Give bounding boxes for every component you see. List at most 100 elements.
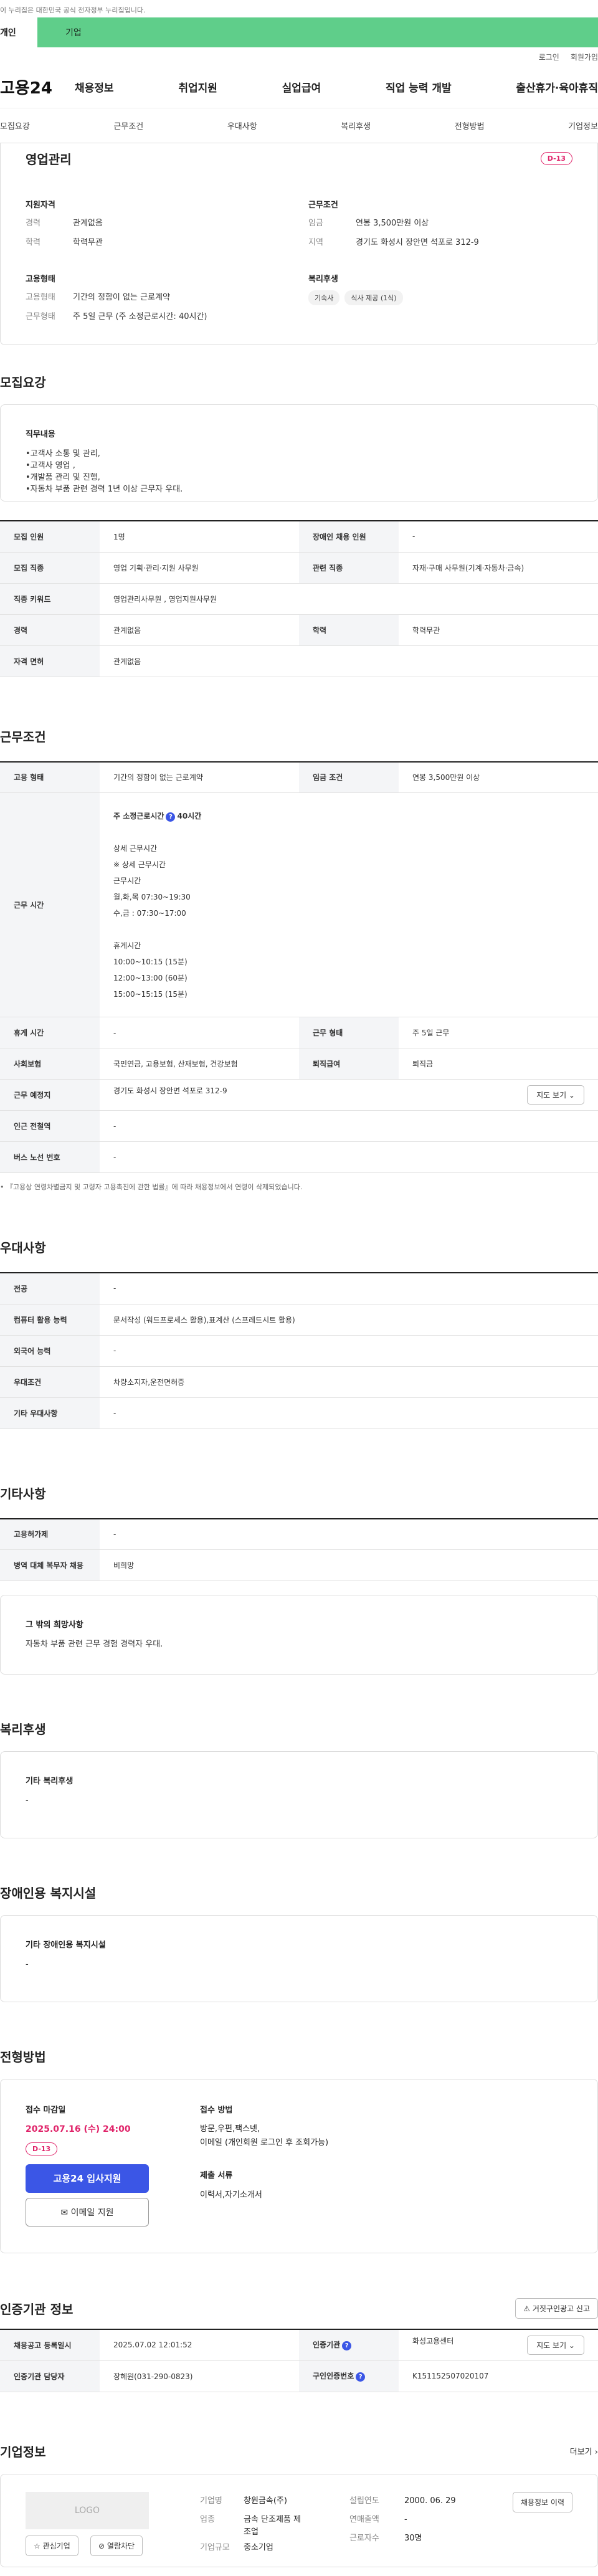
qualification-heading: 지원자격	[26, 201, 55, 210]
tab-company[interactable]: 기업정보	[568, 120, 598, 131]
time-line: 12:00~13:00 (60분)	[113, 973, 187, 982]
cell-value: -	[100, 1273, 598, 1305]
cell-label: 전공	[0, 1273, 100, 1305]
cell-label: 경력	[0, 614, 100, 646]
help-icon[interactable]: ?	[356, 2372, 366, 2382]
table-row: 모집 인원 1명 장애인 채용 인원 -	[0, 521, 598, 553]
table-row: 컴퓨터 활용 능력 문서작성 (워드프로세스 활용),표계산 (스프레드시트 활용…	[0, 1304, 598, 1336]
method-line: 이메일 (개인회원 로그인 후 조회가능)	[200, 2138, 329, 2147]
work-time-cell: 주 소정근로시간? 40시간 상세 근무시간 ※ 상세 근무시간 근무시간 월,화…	[100, 792, 598, 1017]
cell-value: -	[100, 1110, 598, 1142]
table-row: 경력 관계없음 학력 학력무관	[0, 614, 598, 646]
block-company-button[interactable]: ⊘ 열람차단	[90, 2535, 143, 2556]
cell-value: 관계없음	[100, 645, 598, 677]
gov-notice: 이 누리집은 대한민국 공식 전자정부 누리집입니다.	[0, 6, 146, 14]
tab-recruit[interactable]: 모집요강	[0, 120, 30, 131]
welfare-block: 복리후생 기숙사 식사 제공 (1식)	[308, 272, 572, 329]
tab-personal[interactable]: 개인	[0, 17, 37, 47]
table-row: 고용 형태 기간의 정함이 없는 근로계약 임금 조건 연봉 3,500만원 이상	[0, 761, 598, 793]
cell-label: 인증기관?	[299, 2329, 399, 2361]
company-size: 중소기업	[244, 2542, 273, 2552]
preference-section: 우대사항 전공 - 컴퓨터 활용 능력 문서작성 (워드프로세스 활용),표계산 (…	[0, 1192, 598, 1429]
career-value: 관계없음	[73, 219, 103, 228]
cell-label: 구인인증번호?	[299, 2360, 399, 2392]
map-toggle-button[interactable]: 지도 보기 ⌄	[527, 2335, 584, 2355]
preference-title: 우대사항	[0, 1240, 46, 1255]
table-row: 버스 노선 번호 -	[0, 1141, 598, 1173]
help-icon[interactable]: ?	[166, 812, 176, 822]
disabled-box: 기타 장애인용 복지시설 -	[0, 1915, 598, 2002]
cell-label: 고용허가제	[0, 1518, 100, 1550]
duty-line: •자동차 부품 관련 경력 1년 이상 근무자 우대.	[26, 485, 183, 494]
table-row: 사회보험 국민연금, 고용보험, 산재보험, 건강보험 퇴직급여 퇴직금	[0, 1048, 598, 1080]
wage-value: 연봉 3,500만원 이상	[356, 219, 429, 228]
map-toggle-button[interactable]: 지도 보기 ⌄	[527, 1085, 584, 1105]
job-history-button[interactable]: 채용정보 이력	[512, 2491, 572, 2512]
cell-value: 영업 기획·관리·지원 사무원	[100, 552, 299, 584]
cell-value: 차량소지자,운전면허증	[100, 1366, 598, 1398]
report-ad-button[interactable]: ⚠ 거짓구인광고 신고	[515, 2298, 598, 2319]
cert-table: 채용공고 등록일시 2025.07.02 12:01:52 인증기관? 화성고용센…	[0, 2329, 598, 2392]
cell-label: 사회보험	[0, 1048, 100, 1080]
cell-value: 영업관리사무원 , 영업지원사무원	[100, 583, 598, 615]
hope-value: 자동차 부품 관련 근무 경험 경력자 우대.	[26, 1640, 163, 1649]
cell-label: 기타 우대사항	[0, 1397, 100, 1429]
cell-value: 2025.07.02 12:01:52	[100, 2329, 299, 2361]
condition-heading: 근무조건	[308, 201, 338, 210]
time-line: 휴게시간	[113, 941, 141, 950]
site-logo[interactable]: 고용24	[0, 75, 75, 98]
company-card: LOGO ☆ 관심기업 ⊘ 열람차단 기업명 창원금속(주) 업종 금속 단조제품 …	[0, 2473, 598, 2567]
summary-grid: 지원자격 경력 관계없음 학력 학력무관 근무조건 임금 연봉 3,500만원 이상 …	[26, 198, 572, 346]
cell-label: 채용공고 등록일시	[0, 2329, 100, 2361]
tab-company[interactable]: 기업	[37, 17, 598, 47]
disabled-title: 장애인용 복지시설	[0, 1886, 97, 1901]
cell-value: 퇴직금	[399, 1048, 598, 1080]
tab-preferences[interactable]: 우대사항	[227, 120, 257, 131]
gnb-item-support[interactable]: 취업지원	[178, 79, 217, 95]
employment-block: 고용형태 고용형태 기간의 정함이 없는 근로계약 근무형태 주 5일 근무 (주 …	[26, 272, 290, 329]
help-icon[interactable]: ?	[342, 2341, 352, 2351]
cell-value: 국민연금, 고용보험, 산재보험, 건강보험	[100, 1048, 299, 1080]
gnb-item-benefit[interactable]: 실업급여	[282, 79, 321, 95]
tab-welfare[interactable]: 복리후생	[341, 120, 371, 131]
gnb-item-jobs[interactable]: 채용정보	[75, 79, 114, 95]
apply-button[interactable]: 고용24 입사지원	[26, 2164, 149, 2193]
cell-value: 연봉 3,500만원 이상	[399, 761, 598, 793]
favorite-company-button[interactable]: ☆ 관심기업	[26, 2535, 78, 2556]
gnb-item-leave[interactable]: 출산휴가·육아휴직	[516, 79, 598, 95]
login-link[interactable]: 로그인	[539, 52, 559, 62]
time-line: 15:00~15:15 (15분)	[113, 989, 187, 999]
hope-box: 그 밖의 희망사항 자동차 부품 관련 근무 경험 경력자 우대.	[0, 1595, 598, 1675]
table-row: 직종 키워드 영업관리사무원 , 영업지원사무원	[0, 583, 598, 615]
education-value: 학력무관	[73, 238, 103, 247]
email-apply-button[interactable]: ✉ 이메일 지원	[26, 2198, 149, 2227]
cell-label: 외국어 능력	[0, 1335, 100, 1367]
work-title: 근무조건	[0, 729, 46, 744]
welfare-chip: 식사 제공 (1식)	[344, 290, 403, 305]
welfare-box: 기타 복리후생 -	[0, 1751, 598, 1838]
cell-value: 자재·구매 사무원(기계·자동차·금속)	[399, 552, 598, 584]
dday-badge: D-13	[26, 2142, 58, 2155]
cell-label: 인근 전철역	[0, 1110, 100, 1142]
disabled-box-heading: 기타 장애인용 복지시설	[26, 1941, 106, 1950]
emptype-label: 고용형태	[26, 293, 55, 302]
cell-label: 근무 시간	[0, 792, 100, 1017]
table-row: 외국어 능력 -	[0, 1335, 598, 1367]
apply-box: 접수 마감일 2025.07.16 (수) 24:00 D-13 고용24 입사…	[0, 2079, 598, 2253]
table-row: 고용허가제 -	[0, 1518, 598, 1550]
employment-heading: 고용형태	[26, 275, 55, 284]
cell-value: -	[100, 1518, 598, 1550]
cell-value: -	[100, 1335, 598, 1367]
career-label: 경력	[26, 219, 40, 228]
gnb-item-training[interactable]: 직업 능력 개발	[386, 79, 452, 95]
company-more-link[interactable]: 더보기 ›	[570, 2445, 598, 2457]
company-info-right: 설립연도 2000. 06. 29 연매출액 - 근로자수 30명	[349, 2496, 456, 2543]
company-info-left: 기업명 창원금속(주) 업종 금속 단조제품 제 조업 기업규모 중소기업	[200, 2496, 301, 2552]
docs-value: 이력서,자기소개서	[200, 2190, 262, 2200]
table-row: 인증기관 담당자 장혜원(031-290-0823) 구인인증번호? K15115…	[0, 2360, 598, 2392]
region-label: 지역	[308, 238, 323, 247]
signup-link[interactable]: 회원가입	[571, 52, 598, 62]
emptype-value: 기간의 정함이 없는 근로계약	[73, 293, 170, 302]
tab-selection[interactable]: 전형방법	[455, 120, 485, 131]
tab-conditions[interactable]: 근무조건	[113, 120, 143, 131]
